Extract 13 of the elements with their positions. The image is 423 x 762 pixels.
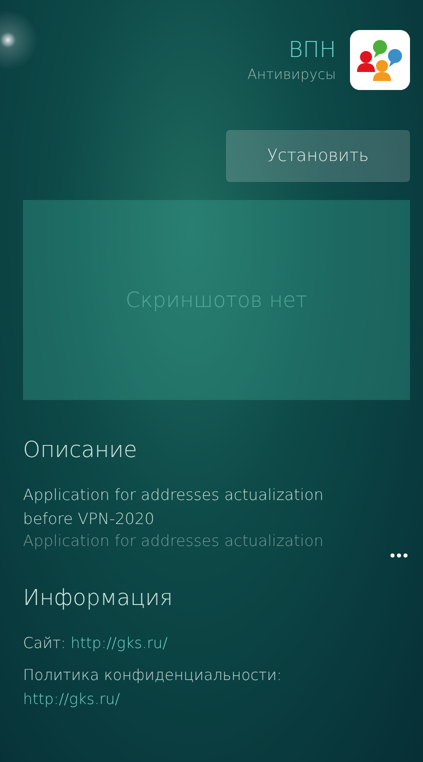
section-heading: Описание bbox=[23, 438, 138, 463]
description-text: Application for addresses actualization before VPN-2020 bbox=[23, 485, 325, 530]
app-title: ВПН bbox=[288, 38, 336, 64]
site-link[interactable]: http://gks.ru/ bbox=[70, 634, 168, 652]
policy-link[interactable]: http://gks.ru/ bbox=[23, 690, 120, 708]
people-chat-icon bbox=[350, 30, 410, 90]
section-heading: Информация bbox=[23, 586, 174, 611]
policy-label: Политика конфиденциальности: bbox=[23, 666, 282, 684]
app-category: Антивирусы bbox=[247, 67, 336, 83]
install-button[interactable]: Установить bbox=[226, 130, 410, 182]
faded-description-text: Application for addresses actualization bbox=[23, 531, 325, 551]
site-label: Сайт: bbox=[23, 634, 66, 652]
more-icon[interactable] bbox=[390, 553, 408, 558]
